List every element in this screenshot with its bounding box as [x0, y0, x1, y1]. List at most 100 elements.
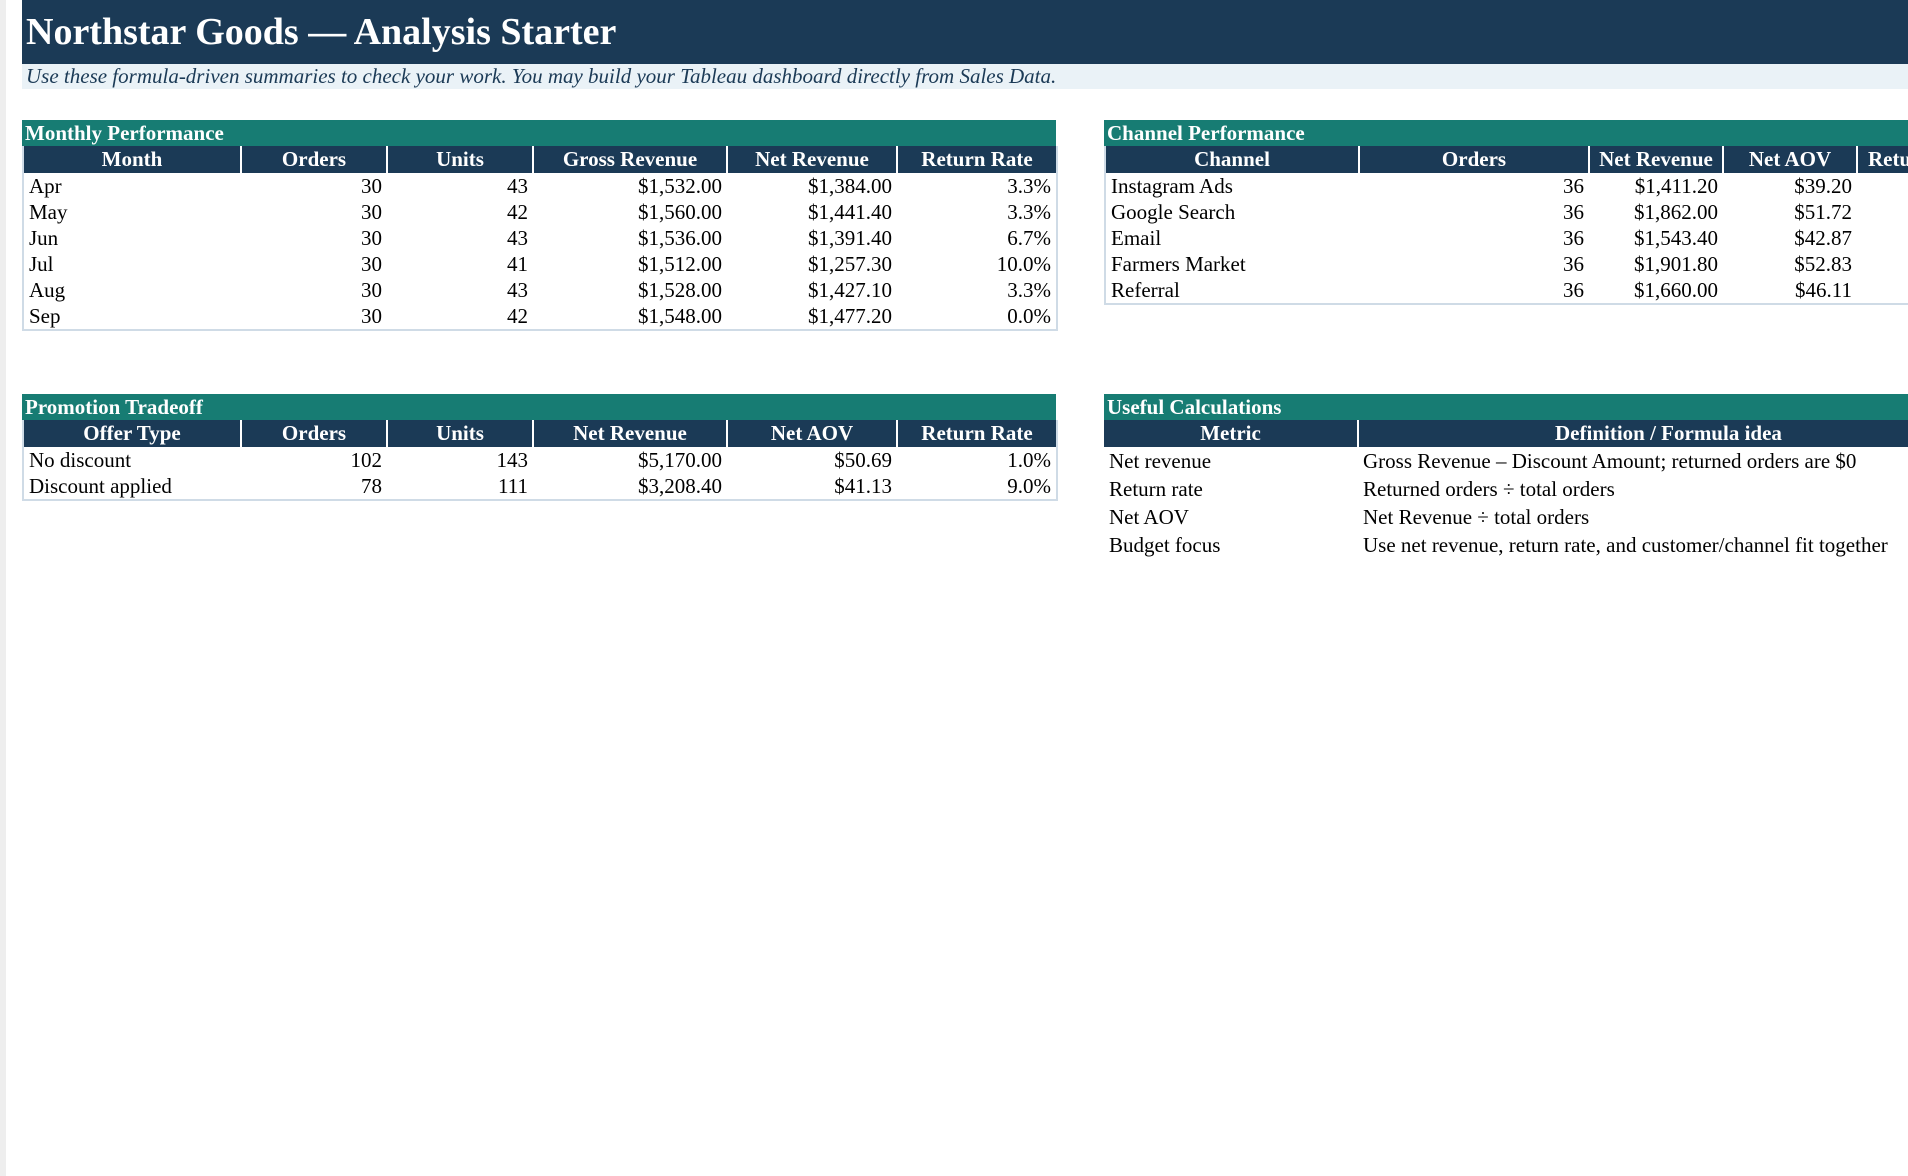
- column-header[interactable]: Retu: [1856, 146, 1908, 173]
- table-cell[interactable]: May: [23, 199, 241, 225]
- table-cell[interactable]: 30: [241, 303, 387, 330]
- column-header[interactable]: Orders: [1358, 146, 1589, 173]
- table-cell[interactable]: $5,170.00: [533, 447, 727, 473]
- column-header[interactable]: Definition / Formula idea: [1357, 420, 1908, 447]
- table-cell[interactable]: No discount: [23, 447, 241, 473]
- table-cell[interactable]: 30: [241, 225, 387, 251]
- table-cell[interactable]: $1,411.20: [1589, 173, 1723, 199]
- table-cell[interactable]: 10.0%: [897, 251, 1057, 277]
- table-cell[interactable]: 36: [1359, 173, 1589, 199]
- table-cell[interactable]: 3.3%: [897, 277, 1057, 303]
- table-cell[interactable]: $1,536.00: [533, 225, 727, 251]
- table-cell[interactable]: Return rate: [1104, 475, 1358, 503]
- table-cell[interactable]: 41: [387, 251, 533, 277]
- table-cell[interactable]: 30: [241, 277, 387, 303]
- table-cell[interactable]: Use net revenue, return rate, and custom…: [1358, 531, 1908, 559]
- table-cell[interactable]: Gross Revenue – Discount Amount; returne…: [1358, 447, 1908, 475]
- column-header[interactable]: Net Revenue: [532, 420, 727, 447]
- table-cell[interactable]: 36: [1359, 277, 1589, 304]
- table-cell[interactable]: [1857, 251, 1908, 277]
- table-cell[interactable]: $51.72: [1723, 199, 1857, 225]
- table-cell[interactable]: Returned orders ÷ total orders: [1358, 475, 1908, 503]
- table-cell[interactable]: $42.87: [1723, 225, 1857, 251]
- column-header[interactable]: Offer Type: [23, 420, 241, 447]
- table-cell[interactable]: $1,901.80: [1589, 251, 1723, 277]
- table-cell[interactable]: $1,391.40: [727, 225, 897, 251]
- table-cell[interactable]: 3.3%: [897, 173, 1057, 199]
- table-cell[interactable]: 30: [241, 199, 387, 225]
- table-cell[interactable]: $1,384.00: [727, 173, 897, 199]
- table-cell[interactable]: Instagram Ads: [1105, 173, 1359, 199]
- table-cell[interactable]: 0.0%: [897, 303, 1057, 330]
- table-cell[interactable]: $1,862.00: [1589, 199, 1723, 225]
- table-cell[interactable]: 102: [241, 447, 387, 473]
- table-cell[interactable]: Google Search: [1105, 199, 1359, 225]
- table-cell[interactable]: $41.13: [727, 473, 897, 500]
- table-cell[interactable]: 1.0%: [897, 447, 1057, 473]
- column-header[interactable]: Month: [23, 146, 241, 173]
- table-cell[interactable]: $1,660.00: [1589, 277, 1723, 304]
- table-cell[interactable]: [1857, 173, 1908, 199]
- table-cell[interactable]: [1857, 199, 1908, 225]
- table-cell[interactable]: [1857, 225, 1908, 251]
- table-cell[interactable]: Jun: [23, 225, 241, 251]
- table-cell[interactable]: $50.69: [727, 447, 897, 473]
- table-cell[interactable]: $39.20: [1723, 173, 1857, 199]
- table-cell[interactable]: $1,477.20: [727, 303, 897, 330]
- table-cell[interactable]: $1,560.00: [533, 199, 727, 225]
- table-cell[interactable]: Sep: [23, 303, 241, 330]
- table-cell[interactable]: Budget focus: [1104, 531, 1358, 559]
- table-cell[interactable]: $1,532.00: [533, 173, 727, 199]
- table-cell[interactable]: 43: [387, 277, 533, 303]
- table-cell[interactable]: 43: [387, 173, 533, 199]
- column-header[interactable]: Net AOV: [1722, 146, 1857, 173]
- column-header[interactable]: Return Rate: [896, 146, 1057, 173]
- column-header[interactable]: Net AOV: [726, 420, 897, 447]
- table-cell[interactable]: Net revenue: [1104, 447, 1358, 475]
- table-cell[interactable]: $1,441.40: [727, 199, 897, 225]
- table-cell[interactable]: 6.7%: [897, 225, 1057, 251]
- table-cell[interactable]: 42: [387, 303, 533, 330]
- table-cell[interactable]: $1,528.00: [533, 277, 727, 303]
- column-header[interactable]: Net Revenue: [726, 146, 897, 173]
- column-header[interactable]: Gross Revenue: [532, 146, 727, 173]
- table-cell[interactable]: Discount applied: [23, 473, 241, 500]
- table-cell[interactable]: $1,548.00: [533, 303, 727, 330]
- column-header[interactable]: Channel: [1105, 146, 1359, 173]
- table-cell[interactable]: 36: [1359, 251, 1589, 277]
- table-cell[interactable]: $52.83: [1723, 251, 1857, 277]
- table-cell[interactable]: 42: [387, 199, 533, 225]
- table-cell[interactable]: [1857, 277, 1908, 304]
- table-cell[interactable]: 111: [387, 473, 533, 500]
- table-cell[interactable]: $1,543.40: [1589, 225, 1723, 251]
- table-cell[interactable]: Jul: [23, 251, 241, 277]
- table-cell[interactable]: Net AOV: [1104, 503, 1358, 531]
- column-header[interactable]: Units: [386, 146, 533, 173]
- column-header[interactable]: Metric: [1104, 420, 1358, 447]
- table-cell[interactable]: Apr: [23, 173, 241, 199]
- table-cell[interactable]: Email: [1105, 225, 1359, 251]
- table-cell[interactable]: Net Revenue ÷ total orders: [1358, 503, 1908, 531]
- table-cell[interactable]: 3.3%: [897, 199, 1057, 225]
- table-cell[interactable]: $3,208.40: [533, 473, 727, 500]
- table-cell[interactable]: Aug: [23, 277, 241, 303]
- table-cell[interactable]: $1,257.30: [727, 251, 897, 277]
- column-header[interactable]: Orders: [240, 146, 387, 173]
- table-cell[interactable]: Referral: [1105, 277, 1359, 304]
- table-cell[interactable]: $1,512.00: [533, 251, 727, 277]
- table-cell[interactable]: 78: [241, 473, 387, 500]
- column-header[interactable]: Orders: [240, 420, 387, 447]
- table-cell[interactable]: 143: [387, 447, 533, 473]
- column-header[interactable]: Units: [386, 420, 533, 447]
- table-cell[interactable]: 30: [241, 251, 387, 277]
- table-cell[interactable]: 36: [1359, 225, 1589, 251]
- table-cell[interactable]: 43: [387, 225, 533, 251]
- column-header[interactable]: Return Rate: [896, 420, 1057, 447]
- table-cell[interactable]: $1,427.10: [727, 277, 897, 303]
- table-cell[interactable]: $46.11: [1723, 277, 1857, 304]
- column-header[interactable]: Net Revenue: [1588, 146, 1723, 173]
- table-cell[interactable]: 36: [1359, 199, 1589, 225]
- table-cell[interactable]: 30: [241, 173, 387, 199]
- table-cell[interactable]: 9.0%: [897, 473, 1057, 500]
- table-cell[interactable]: Farmers Market: [1105, 251, 1359, 277]
